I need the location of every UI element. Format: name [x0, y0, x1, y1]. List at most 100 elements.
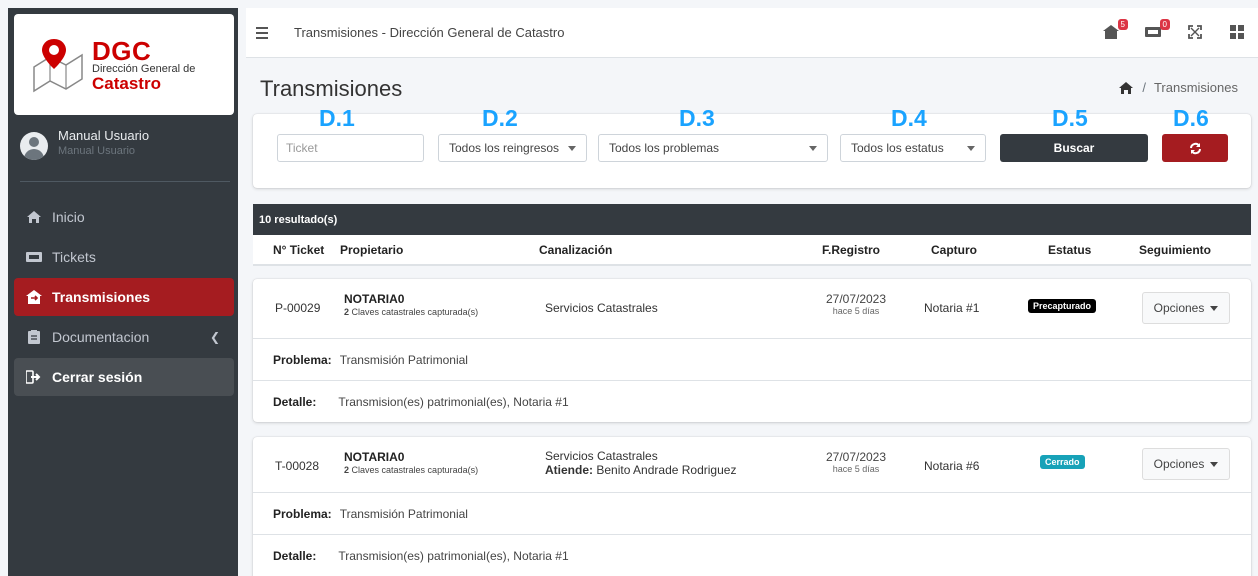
expand-icon — [1188, 25, 1202, 39]
sidebar-item-inicio[interactable]: Inicio — [14, 198, 234, 236]
home-icon — [26, 210, 42, 224]
sidebar-item-label: Documentacion — [52, 329, 150, 345]
select-value: Todos los estatus — [851, 141, 944, 155]
column-header: N° Ticket — [273, 243, 325, 257]
refresh-button[interactable] — [1162, 134, 1228, 162]
estatus-select[interactable]: Todos los estatus — [840, 134, 986, 162]
ticket-card: T-00028 NOTARIA0 2 Claves catastrales ca… — [253, 437, 1251, 576]
ticket-icon — [26, 250, 42, 264]
tickets-notification-button[interactable]: 0 — [1142, 19, 1170, 42]
grid-icon — [1230, 25, 1244, 39]
user-panel[interactable]: Manual Usuario Manual Usuario — [20, 128, 230, 182]
problema-value: Transmisión Patrimonial — [339, 352, 468, 367]
registro-ago: hace 5 días — [832, 306, 880, 316]
home-icon[interactable] — [1118, 81, 1134, 95]
options-label: Opciones — [1153, 457, 1205, 471]
brand-name: Catastro — [92, 73, 161, 93]
ticket-id: T-00028 — [275, 459, 320, 473]
page-title: Transmisiones — [260, 76, 403, 101]
problema-label: Problema: — [273, 352, 332, 367]
sidebar-item-tickets[interactable]: Tickets — [14, 238, 234, 276]
house-icon — [1103, 25, 1119, 39]
owner-name: NOTARIA0 — [344, 292, 405, 306]
ticket-input[interactable]: Ticket — [277, 134, 424, 162]
status-badge: Precapturado — [1028, 299, 1097, 313]
annotation-label: D.5 — [1052, 105, 1088, 131]
brand-subtitle: Dirección General de — [92, 62, 196, 75]
sidebar-item-cerrar-sesion[interactable]: Cerrar sesión — [14, 358, 234, 396]
annotation-label: D.3 — [679, 105, 715, 131]
notification-badge: 0 — [1159, 19, 1170, 30]
registro-date: 27/07/2023 — [825, 450, 887, 464]
sidebar-item-transmisiones[interactable]: Transmisiones — [14, 278, 234, 316]
caret-down-icon — [967, 145, 975, 151]
select-value: Todos los reingresos — [449, 141, 560, 155]
caret-down-icon — [1210, 305, 1219, 311]
sidebar-item-documentacion[interactable]: Documentacion ❮ — [14, 318, 234, 356]
logout-icon — [26, 370, 42, 384]
capturo: Notaria #1 — [924, 301, 980, 315]
hamburger-menu-icon[interactable] — [256, 24, 276, 42]
brand-title: DGC — [92, 35, 152, 66]
ticket-icon — [1145, 27, 1161, 37]
canalizacion: Servicios Catastrales — [545, 449, 658, 463]
transmisiones-notification-button[interactable]: 5 — [1100, 19, 1128, 42]
options-dropdown-button[interactable]: Opciones — [1142, 448, 1230, 480]
top-title: Transmisiones - Dirección General de Cat… — [294, 25, 565, 40]
claves-text: Claves catastrales capturada(s) — [351, 307, 479, 317]
apps-grid-button[interactable] — [1226, 22, 1248, 42]
problema-label: Problema: — [273, 506, 332, 521]
status-badge: Cerrado — [1040, 455, 1085, 469]
column-header: Propietario — [340, 243, 404, 257]
filter-panel: D.1 D.2 D.3 D.4 D.5 D.6 Ticket Todos los… — [253, 105, 1251, 188]
annotation-label: D.1 — [319, 105, 355, 131]
options-dropdown-button[interactable]: Opciones — [1142, 292, 1230, 324]
detalle-value: Transmision(es) patrimonial(es), Notaria… — [338, 549, 569, 563]
sidebar: DGC Dirección General de Catastro Manual… — [8, 8, 238, 576]
user-role: Manual Usuario — [58, 145, 136, 157]
detalle-label: Detalle: — [273, 549, 317, 563]
sidebar-nav: Inicio Tickets Transmisiones Documentaci… — [14, 198, 234, 398]
select-value: Todos los problemas — [609, 141, 720, 155]
detalle-label: Detalle: — [273, 395, 317, 409]
atiende-value: Benito Andrade Rodriguez — [596, 463, 737, 477]
caret-down-icon — [809, 145, 817, 151]
column-header: Canalización — [539, 243, 613, 257]
results-count: 10 resultado(s) — [253, 204, 1251, 235]
ticket-card: P-00029 NOTARIA0 2 Claves catastrales ca… — [253, 279, 1251, 422]
notification-badge: 5 — [1117, 19, 1128, 30]
ticket-main-row: T-00028 NOTARIA0 2 Claves catastrales ca… — [253, 437, 1251, 493]
brand-logo[interactable]: DGC Dirección General de Catastro — [14, 14, 234, 115]
atiende-label: Atiende: — [545, 463, 593, 477]
breadcrumb: / Transmisiones — [1118, 80, 1238, 95]
column-header: F.Registro — [822, 243, 881, 257]
canalizacion: Servicios Catastrales — [545, 301, 658, 315]
problemas-select[interactable]: Todos los problemas — [598, 134, 828, 162]
reingresos-select[interactable]: Todos los reingresos — [438, 134, 587, 162]
claves-count: 2 — [344, 307, 350, 317]
problema-row: Problema: Transmisión Patrimonial — [253, 339, 1251, 381]
annotation-label: D.2 — [482, 105, 518, 131]
sidebar-item-label: Tickets — [52, 249, 96, 265]
ticket-main-row: P-00029 NOTARIA0 2 Claves catastrales ca… — [253, 279, 1251, 339]
map-pin-logo-icon — [33, 38, 83, 92]
column-header: Estatus — [1048, 243, 1092, 257]
caret-down-icon — [1210, 461, 1219, 467]
annotation-label: D.4 — [891, 105, 927, 131]
fullscreen-button[interactable] — [1184, 22, 1206, 42]
options-label: Opciones — [1153, 301, 1205, 315]
avatar — [20, 132, 48, 160]
sidebar-item-label: Cerrar sesión — [52, 369, 143, 385]
ticket-id: P-00029 — [275, 301, 321, 315]
column-header: Capturo — [931, 243, 977, 257]
table-header: N° Ticket Propietario Canalización F.Reg… — [253, 235, 1251, 266]
problema-value: Transmisión Patrimonial — [339, 506, 468, 521]
problema-row: Problema: Transmisión Patrimonial — [253, 493, 1251, 535]
column-header: Seguimiento — [1139, 243, 1212, 257]
buscar-button[interactable]: Buscar — [1000, 134, 1148, 162]
refresh-icon — [1189, 142, 1201, 154]
registro-ago: hace 5 días — [832, 464, 880, 474]
detalle-value: Transmision(es) patrimonial(es), Notaria… — [338, 395, 569, 409]
house-transfer-icon — [26, 290, 42, 304]
sidebar-item-label: Transmisiones — [52, 289, 151, 305]
